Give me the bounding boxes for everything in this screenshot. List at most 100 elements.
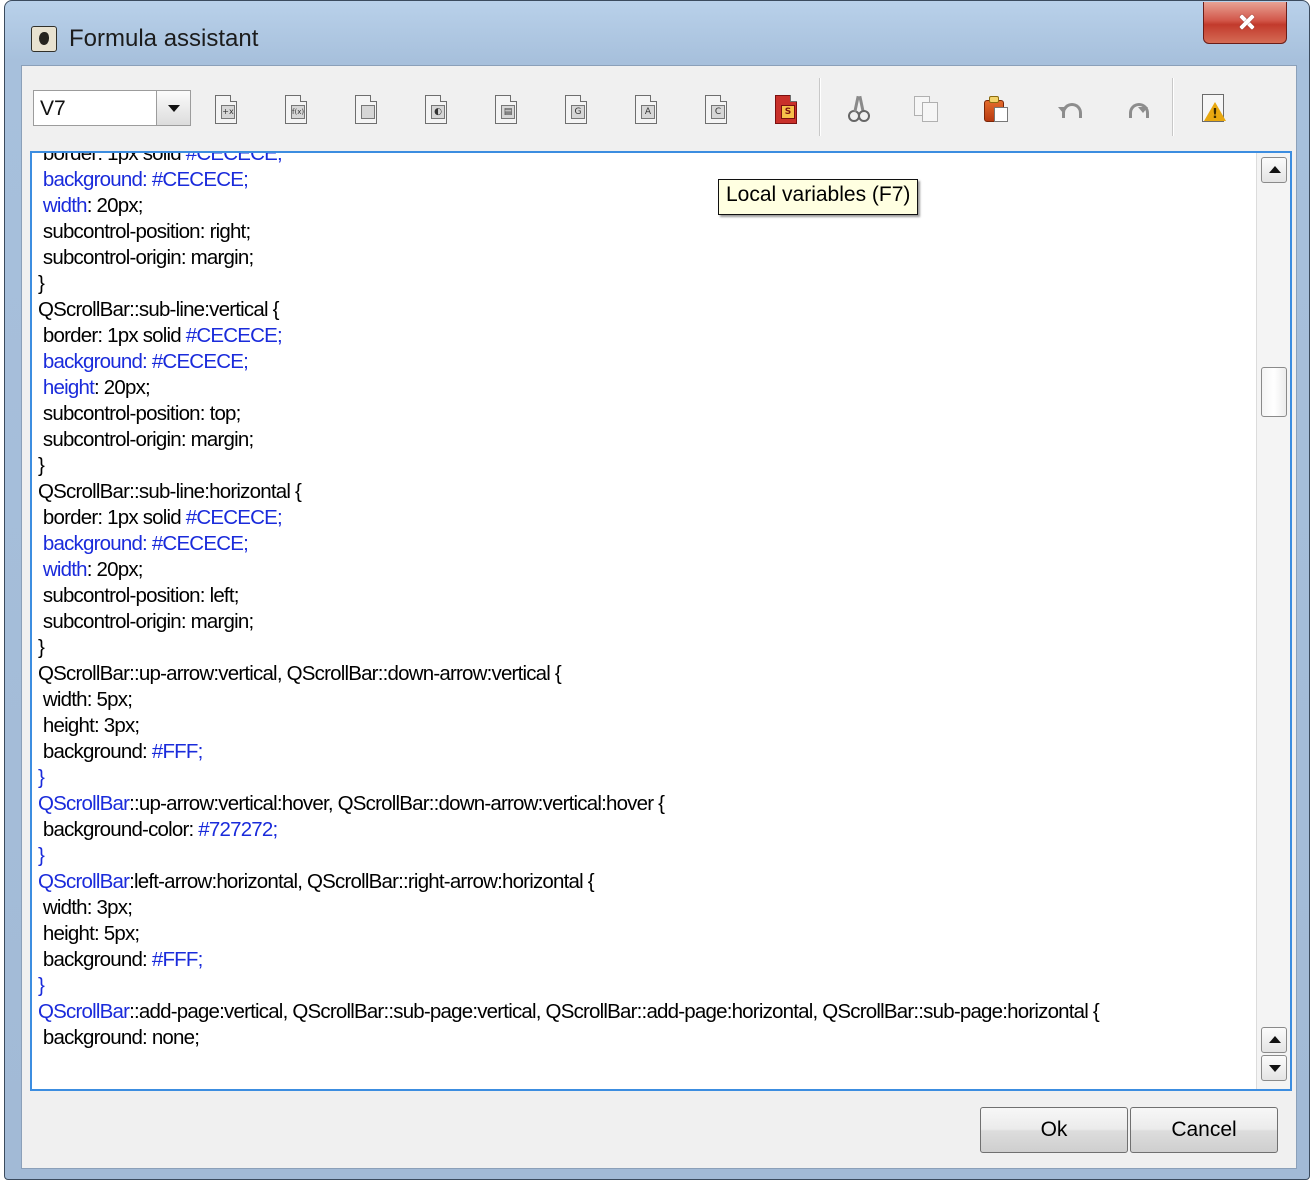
code-line: background: #CECECE;: [38, 167, 1256, 193]
code-token: }: [38, 844, 45, 867]
cancel-button[interactable]: Cancel: [1130, 1107, 1278, 1153]
toolbar: V7 +x f(x) ◐ ▤ G A C S !: [22, 66, 1296, 146]
code-token: ::add-page:vertical, QScrollBar::sub-pag…: [129, 1000, 1100, 1023]
toolbar-button-8[interactable]: C: [702, 94, 730, 124]
insert-field-icon: +x: [215, 95, 237, 124]
redo-icon: [1128, 103, 1149, 118]
toolbar-button-6[interactable]: G: [562, 94, 590, 124]
code-line: subcontrol-position: left;: [38, 583, 1256, 609]
code-token: background-color:: [38, 818, 199, 841]
check-formula-button[interactable]: !: [1200, 94, 1228, 124]
toolbar-button-7[interactable]: A: [632, 94, 660, 124]
vertical-scrollbar[interactable]: [1256, 153, 1290, 1089]
code-line: QScrollBar::up-arrow:vertical:hover, QSc…: [38, 791, 1256, 817]
toolbar-button-3[interactable]: [352, 94, 380, 124]
code-token: width: 5px;: [38, 688, 133, 711]
code-token: #FFF;: [151, 740, 203, 763]
code-token: #727272;: [198, 818, 278, 841]
insert-field-button[interactable]: +x: [212, 94, 240, 124]
code-line: border: 1px solid #CECECE;: [38, 505, 1256, 531]
code-token: QScrollBar: [38, 792, 130, 815]
code-line: }: [38, 635, 1256, 661]
insert-function-icon: f(x): [285, 95, 307, 124]
code-line: }: [38, 973, 1256, 999]
code-token: :left-arrow:horizontal, QScrollBar::righ…: [129, 870, 595, 893]
code-line: width: 5px;: [38, 687, 1256, 713]
toolbar-button-5[interactable]: ▤: [492, 94, 520, 124]
code-token: : 20px;: [86, 558, 144, 581]
code-token: #FFF;: [151, 948, 203, 971]
undo-button[interactable]: [1054, 94, 1082, 124]
code-token: background: #CECECE;: [38, 168, 249, 191]
code-token: border: 1px solid: [38, 324, 186, 347]
document-icon: G: [565, 95, 587, 124]
app-icon: [31, 26, 57, 52]
code-token: background:: [38, 740, 152, 763]
stylesheet-button[interactable]: S: [772, 94, 800, 124]
code-token: subcontrol-origin: margin;: [38, 610, 254, 633]
code-token: height: 3px;: [38, 714, 140, 737]
formula-assistant-window: Formula assistant V7 +x f(x) ◐ ▤ G A C S…: [4, 0, 1310, 1180]
code-token: }: [38, 272, 45, 295]
document-icon: C: [705, 95, 727, 124]
code-line: width: 20px;: [38, 193, 1256, 219]
toolbar-separator: [819, 78, 821, 136]
code-line: QScrollBar::add-page:vertical, QScrollBa…: [38, 999, 1256, 1025]
formula-editor[interactable]: border: 1px solid #CECECE; background: #…: [30, 151, 1292, 1091]
paste-button[interactable]: [982, 94, 1010, 124]
code-token: width: [38, 194, 88, 217]
code-text[interactable]: border: 1px solid #CECECE; background: #…: [38, 151, 1256, 1051]
code-line: background: #CECECE;: [38, 349, 1256, 375]
code-line: subcontrol-position: right;: [38, 219, 1256, 245]
code-line: QScrollBar::sub-line:horizontal {: [38, 479, 1256, 505]
code-line: background: #FFF;: [38, 947, 1256, 973]
close-button[interactable]: [1203, 2, 1287, 44]
code-token: : 20px;: [86, 194, 144, 217]
code-token: background:: [38, 948, 152, 971]
code-token: border: 1px solid: [38, 506, 186, 529]
code-token: height: [38, 376, 95, 399]
paste-icon: [984, 96, 1008, 122]
title-bar: Formula assistant: [5, 1, 1309, 63]
code-token: : 20px;: [93, 376, 151, 399]
dialog-body: V7 +x f(x) ◐ ▤ G A C S ! border: 1px sol…: [21, 65, 1297, 1169]
document-icon: ◐: [425, 95, 447, 124]
insert-function-button[interactable]: f(x): [282, 94, 310, 124]
warning-icon: !: [1200, 94, 1228, 124]
code-token: subcontrol-origin: margin;: [38, 428, 254, 451]
code-line: border: 1px solid #CECECE;: [38, 151, 1256, 167]
code-token: QScrollBar: [38, 1000, 130, 1023]
code-line: QScrollBar::up-arrow:vertical, QScrollBa…: [38, 661, 1256, 687]
toolbar-button-4[interactable]: ◐: [422, 94, 450, 124]
code-token: QScrollBar::sub-line:horizontal {: [38, 480, 302, 503]
code-line: background: none;: [38, 1025, 1256, 1051]
code-line: width: 3px;: [38, 895, 1256, 921]
copy-icon[interactable]: [912, 94, 940, 124]
window-title: Formula assistant: [69, 25, 259, 52]
code-line: }: [38, 843, 1256, 869]
code-token: subcontrol-position: left;: [38, 584, 240, 607]
ok-button[interactable]: Ok: [980, 1107, 1128, 1153]
code-line: height: 5px;: [38, 921, 1256, 947]
scroll-down-icon[interactable]: [1261, 1055, 1287, 1081]
code-token: #CECECE;: [185, 151, 283, 165]
code-line: background-color: #727272;: [38, 817, 1256, 843]
stylesheet-icon: S: [775, 95, 797, 124]
code-token: ::up-arrow:vertical:hover, QScrollBar::d…: [129, 792, 665, 815]
code-token: }: [38, 766, 45, 789]
code-line: }: [38, 453, 1256, 479]
scroll-up-icon[interactable]: [1261, 157, 1287, 183]
code-line: }: [38, 765, 1256, 791]
code-line: border: 1px solid #CECECE;: [38, 323, 1256, 349]
undo-icon: [1058, 103, 1082, 118]
code-line: subcontrol-origin: margin;: [38, 427, 1256, 453]
code-line: QScrollBar:left-arrow:horizontal, QScrol…: [38, 869, 1256, 895]
cut-icon: [848, 95, 870, 122]
redo-button[interactable]: [1124, 94, 1152, 124]
code-line: background: #CECECE;: [38, 531, 1256, 557]
code-line: }: [38, 271, 1256, 297]
scrollbar-thumb[interactable]: [1261, 367, 1287, 417]
scroll-up-icon[interactable]: [1261, 1027, 1287, 1053]
cut-button[interactable]: [844, 94, 872, 124]
chevron-down-icon[interactable]: [156, 90, 191, 126]
